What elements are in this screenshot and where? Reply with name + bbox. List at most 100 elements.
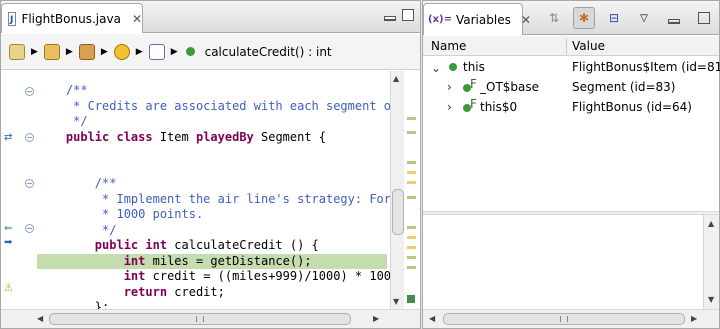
scroll-thumb[interactable]	[49, 313, 351, 325]
instruction-pointer-icon: ➡	[4, 237, 13, 248]
scroll-thumb[interactable]	[443, 313, 685, 325]
fold-collapse-icon[interactable]: −	[25, 224, 34, 233]
show-type-names-icon[interactable]: ✱	[573, 7, 595, 29]
expand-chevron-icon[interactable]: ›	[447, 80, 452, 94]
minimize-icon[interactable]	[384, 16, 396, 21]
detail-horizontal-scrollbar[interactable]: ◀ ▶	[423, 309, 719, 328]
variables-icon: (x)=	[428, 14, 452, 25]
overview-marker[interactable]	[407, 131, 416, 134]
breadcrumb-arrow-icon[interactable]: ▶	[31, 47, 38, 57]
maximize-icon[interactable]	[693, 7, 715, 29]
scroll-left-icon[interactable]: ◀	[429, 314, 435, 323]
overview-marker[interactable]	[407, 246, 416, 249]
variables-view: (x)= Variables ✕ ⇅ ✱ ⊟ ▽ Name Value ⌄ th…	[422, 0, 720, 329]
detail-pane[interactable]	[423, 215, 703, 309]
fold-collapse-icon[interactable]: −	[25, 179, 34, 188]
variable-value: Segment (id=83)	[572, 80, 676, 94]
method-icon	[185, 47, 195, 56]
callin-binding-icon[interactable]: ⇐	[4, 223, 12, 234]
final-badge-icon: F	[470, 77, 477, 91]
scroll-right-icon[interactable]: ▶	[373, 314, 379, 323]
scroll-thumb[interactable]	[392, 189, 404, 235]
code-line: public int calculateCredit () {	[94, 238, 319, 252]
variable-row[interactable]: › F _OT$base Segment (id=83)	[423, 77, 719, 97]
code-line: return credit;	[123, 284, 225, 299]
maximize-icon[interactable]	[402, 9, 414, 21]
role-class-icon[interactable]	[148, 43, 165, 60]
code-line: };	[37, 300, 110, 309]
variable-name: this	[463, 60, 485, 74]
playedby-binding-icon[interactable]: ⇄	[4, 132, 12, 143]
overview-marker[interactable]	[407, 226, 416, 229]
project-icon[interactable]	[9, 43, 25, 60]
scroll-up-icon[interactable]: ▲	[393, 74, 399, 83]
variables-tab[interactable]: (x)= Variables ✕	[423, 3, 531, 35]
editor-vertical-scrollbar[interactable]: ▲ ▼	[390, 71, 404, 309]
scroll-up-icon[interactable]: ▲	[708, 219, 714, 228]
variables-tab-label: Variables	[455, 12, 511, 27]
variable-row[interactable]: › F this$0 FlightBonus (id=64)	[423, 97, 719, 117]
final-badge-icon: F	[470, 97, 477, 111]
variables-tree: ⌄ this FlightBonus$Item (id=81 › F _OT$b…	[423, 57, 720, 117]
breadcrumb-method[interactable]: calculateCredit() : int	[205, 45, 332, 59]
collapse-all-icon[interactable]: ⊟	[603, 7, 625, 29]
breadcrumb: ▶ ▶ ▶ ▶ ▶ calculateCredit() : int	[1, 34, 420, 70]
fold-collapse-icon[interactable]: −	[25, 133, 34, 142]
fold-collapse-icon[interactable]: −	[25, 87, 34, 96]
breadcrumb-arrow-icon[interactable]: ▶	[101, 47, 108, 57]
code-area[interactable]: ⇄ ⇐ ➡ ⚠ − − − − /** * Credits are associ…	[1, 71, 420, 309]
minimize-icon[interactable]	[663, 7, 685, 29]
overview-marker[interactable]	[407, 256, 416, 259]
variables-table-header: Name Value	[423, 36, 719, 56]
collapse-chevron-icon[interactable]: ⌄	[431, 61, 441, 75]
overview-marker[interactable]	[407, 236, 416, 239]
show-logical-structure-icon[interactable]: ⇅	[543, 7, 565, 29]
variable-name: this$0	[480, 100, 518, 114]
editor-tab-bar: J FlightBonus.java ✕	[1, 1, 420, 33]
detail-vertical-scrollbar[interactable]: ▲ ▼	[703, 215, 719, 309]
expand-chevron-icon[interactable]: ›	[447, 100, 452, 114]
close-tab-icon[interactable]: ✕	[132, 12, 142, 26]
variable-row[interactable]: ⌄ this FlightBonus$Item (id=81	[423, 57, 720, 77]
source-folder-icon[interactable]	[43, 43, 60, 60]
editor-tab-label: FlightBonus.java	[21, 11, 121, 26]
code-line: * Credits are associated with each segme…	[37, 98, 399, 113]
scroll-right-icon[interactable]: ▶	[691, 314, 697, 323]
column-header-value[interactable]: Value	[572, 39, 605, 53]
code-lines: /** * Credits are associated with each s…	[37, 83, 399, 309]
view-menu-icon[interactable]: ▽	[633, 7, 655, 29]
close-tab-icon[interactable]: ✕	[521, 13, 531, 27]
overview-ruler	[405, 71, 420, 309]
overview-marker[interactable]	[407, 266, 416, 269]
scroll-left-icon[interactable]: ◀	[37, 314, 43, 323]
breadcrumb-arrow-icon[interactable]: ▶	[171, 47, 178, 57]
variable-value: FlightBonus (id=64)	[572, 100, 692, 114]
editor-gutter: ⇄ ⇐ ➡ ⚠	[1, 71, 21, 309]
java-file-icon: J	[8, 11, 17, 26]
code-line: * Implement the air line's strategy: For	[37, 191, 392, 206]
team-file-icon[interactable]	[113, 43, 130, 60]
overview-marker[interactable]	[407, 171, 416, 174]
overview-marker[interactable]	[407, 181, 416, 184]
local-variable-icon	[449, 63, 457, 71]
variables-tab-bar: (x)= Variables ✕ ⇅ ✱ ⊟ ▽	[423, 1, 719, 35]
overview-marker[interactable]	[407, 161, 416, 164]
breadcrumb-arrow-icon[interactable]: ▶	[66, 47, 73, 57]
code-line: /**	[37, 176, 117, 190]
code-line: */	[37, 114, 88, 128]
overview-marker[interactable]	[407, 117, 416, 120]
code-line: public class Item playedBy Segment {	[65, 129, 327, 144]
overview-marker[interactable]	[407, 196, 416, 199]
status-marker	[407, 295, 415, 303]
editor-tab-flightbonus[interactable]: J FlightBonus.java ✕	[1, 3, 143, 33]
package-icon[interactable]	[78, 43, 95, 60]
code-line: */	[37, 222, 117, 237]
scroll-down-icon[interactable]: ▼	[393, 297, 399, 306]
column-header-name[interactable]: Name	[431, 39, 466, 53]
breadcrumb-arrow-icon[interactable]: ▶	[136, 47, 143, 57]
variable-value: FlightBonus$Item (id=81	[572, 60, 720, 74]
scroll-down-icon[interactable]: ▼	[708, 295, 714, 304]
editor-horizontal-scrollbar[interactable]: ◀ ▶	[1, 309, 420, 328]
